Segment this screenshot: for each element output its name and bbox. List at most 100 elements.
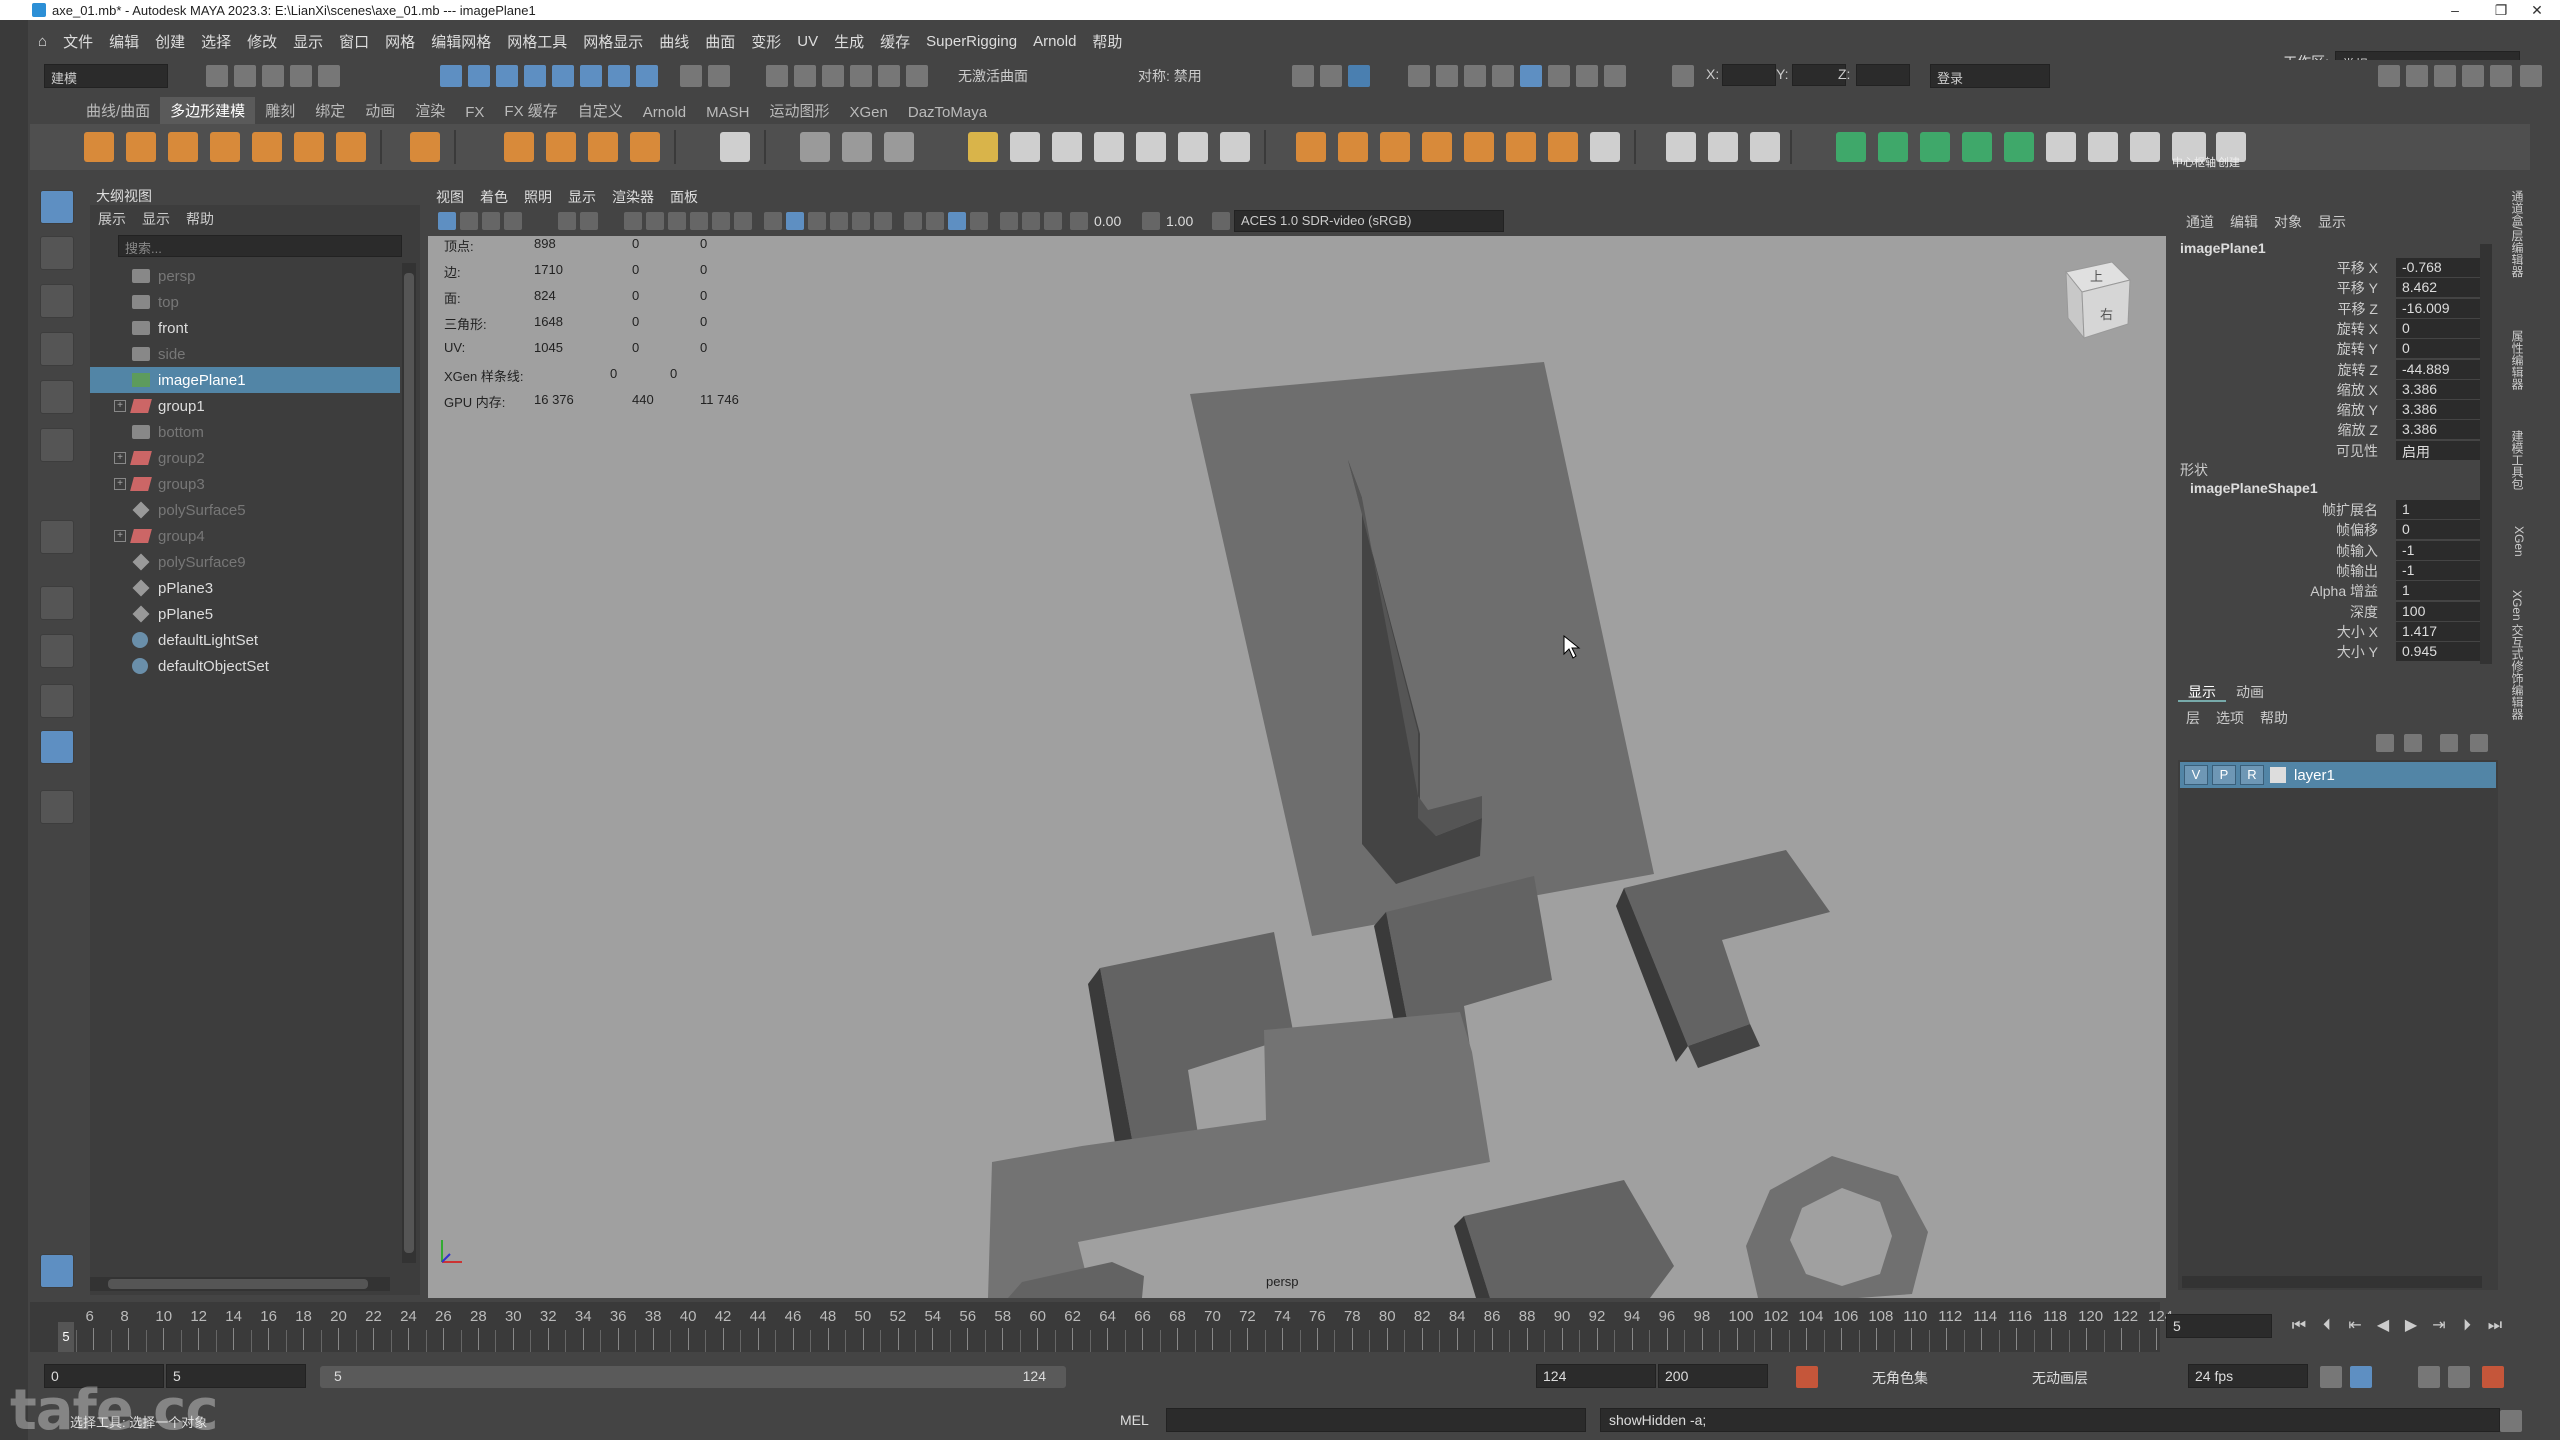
mask-deform-icon[interactable]	[636, 65, 658, 87]
menu-edit[interactable]: 编辑	[101, 31, 147, 52]
layer-playback-toggle[interactable]: P	[2212, 765, 2236, 785]
outliner-item-side[interactable]: side	[90, 341, 400, 367]
character-controls-icon[interactable]	[2406, 65, 2428, 87]
channel-label[interactable]: 帧输出	[2336, 561, 2378, 581]
open-scene-icon[interactable]	[234, 65, 256, 87]
snap-surface-icon[interactable]	[878, 65, 900, 87]
channel-label[interactable]: 帧偏移	[2336, 520, 2378, 540]
anim-layer-dropdown[interactable]: 无动画层	[2032, 1368, 2088, 1388]
channel-value[interactable]: 0	[2396, 339, 2482, 359]
mirror-icon[interactable]	[1010, 132, 1040, 162]
range-slider-start[interactable]: 5	[334, 1368, 342, 1384]
new-scene-icon[interactable]	[206, 65, 228, 87]
outliner-item-pPlane3[interactable]: pPlane3	[90, 575, 400, 601]
current-time-marker[interactable]: 5	[58, 1322, 74, 1352]
viewport-menu-panels[interactable]: 面板	[662, 185, 706, 207]
snap-vertex-icon[interactable]	[906, 65, 928, 87]
animation-end-field[interactable]: 200	[1658, 1364, 1768, 1388]
smooth-icon[interactable]	[884, 132, 914, 162]
render-frame-icon[interactable]	[1436, 65, 1458, 87]
channel-row[interactable]: Alpha 增益 1	[2178, 581, 2482, 601]
layer-menu-options[interactable]: 选项	[2208, 706, 2252, 728]
channel-label[interactable]: Alpha 增益	[2310, 581, 2378, 601]
outliner-item-imagePlane1[interactable]: imagePlane1	[90, 367, 400, 393]
current-frame-field[interactable]: 5	[2166, 1314, 2272, 1338]
range-slider-end[interactable]: 124	[1023, 1368, 1046, 1384]
menu-modify[interactable]: 修改	[239, 31, 285, 52]
expand-toggle-icon[interactable]: +	[114, 478, 126, 490]
reset-transform-icon[interactable]	[1962, 132, 1992, 162]
lasso-tool-icon[interactable]	[40, 236, 74, 270]
mask-joint-icon[interactable]	[552, 65, 574, 87]
gamma-icon[interactable]	[1142, 212, 1160, 230]
mask-curve-icon[interactable]	[580, 65, 602, 87]
two-d-pan-icon[interactable]	[558, 212, 576, 230]
channel-row[interactable]: 旋转 Y 0	[2178, 339, 2482, 359]
outliner-item-top[interactable]: top	[90, 289, 400, 315]
step-back-key-icon[interactable]: ⇤	[2344, 1316, 2366, 1336]
menu-windows[interactable]: 窗口	[331, 31, 377, 52]
menu-create[interactable]: 创建	[147, 31, 193, 52]
channel-row[interactable]: 缩放 Y 3.386	[2178, 400, 2482, 420]
snap-curve-icon[interactable]	[794, 65, 816, 87]
channel-menu-channels[interactable]: 通道	[2178, 210, 2222, 232]
film-gate-icon[interactable]	[646, 212, 664, 230]
xray-joints-icon[interactable]	[1044, 212, 1062, 230]
shelf-tab-sculpting[interactable]: 雕刻	[255, 97, 305, 124]
menu-surfaces[interactable]: 曲面	[697, 31, 743, 52]
ambient-occlusion-icon[interactable]	[904, 212, 922, 230]
move-tool-icon[interactable]	[40, 332, 74, 366]
grease-pencil-icon[interactable]	[580, 212, 598, 230]
shelf-tab-fx[interactable]: FX	[455, 101, 494, 124]
select-tool-icon[interactable]	[40, 190, 74, 224]
extrude-icon[interactable]	[1296, 132, 1326, 162]
textured-icon[interactable]	[830, 212, 848, 230]
redo-icon[interactable]	[318, 65, 340, 87]
poly-sphere-icon[interactable]	[84, 132, 114, 162]
snap-grid-icon[interactable]	[766, 65, 788, 87]
poly-disc-icon[interactable]	[336, 132, 366, 162]
outliner-item-defaultLightSet[interactable]: defaultLightSet	[90, 627, 400, 653]
minimize-button[interactable]: –	[2432, 0, 2478, 20]
super-shape-icon[interactable]	[504, 132, 534, 162]
quad-draw-icon[interactable]	[1590, 132, 1620, 162]
menu-edit-mesh[interactable]: 编辑网格	[423, 31, 499, 52]
move-layer-down-icon[interactable]	[2404, 734, 2422, 752]
channel-value[interactable]: 0	[2396, 520, 2482, 540]
outliner-item-persp[interactable]: persp	[90, 263, 400, 289]
channel-value[interactable]: -44.889	[2396, 359, 2482, 379]
channel-value[interactable]: 3.386	[2396, 420, 2482, 440]
search-icon[interactable]	[40, 790, 74, 824]
channel-label[interactable]: 平移 Y	[2337, 278, 2378, 298]
channel-label[interactable]: 旋转 X	[2337, 319, 2378, 339]
channel-label[interactable]: 帧扩展名	[2322, 500, 2378, 520]
channel-label[interactable]: 平移 Z	[2338, 299, 2378, 319]
outliner-item-group4[interactable]: + group4	[90, 523, 400, 549]
poly-cube-icon[interactable]	[126, 132, 156, 162]
layer-color-swatch[interactable]	[2270, 767, 2286, 783]
outliner-item-polySurface9[interactable]: polySurface9	[90, 549, 400, 575]
play-backwards-icon[interactable]: ◀	[2372, 1316, 2394, 1336]
outliner-menu-show[interactable]: 展示	[90, 207, 134, 229]
tool-settings-toggle-icon[interactable]	[2462, 65, 2484, 87]
channel-row[interactable]: 平移 Z -16.009	[2178, 298, 2482, 319]
close-button[interactable]: ✕	[2514, 0, 2560, 20]
remesh-icon[interactable]	[1094, 132, 1124, 162]
highlight-selection-icon[interactable]	[708, 65, 730, 87]
gamma-value[interactable]: 1.00	[1166, 213, 1193, 229]
poly-plane-icon[interactable]	[294, 132, 324, 162]
shelf-tab-poly-modeling[interactable]: 多边形建模	[160, 97, 256, 124]
wireframe-icon[interactable]	[764, 212, 782, 230]
menu-select[interactable]: 选择	[193, 31, 239, 52]
bookmark-icon[interactable]	[482, 212, 500, 230]
menu-uv[interactable]: UV	[789, 33, 826, 50]
channel-row[interactable]: 缩放 X 3.386	[2178, 379, 2482, 400]
layer-visibility-toggle[interactable]: V	[2184, 765, 2208, 785]
poly-cone-icon[interactable]	[210, 132, 240, 162]
modeling-toolkit-icon[interactable]	[2378, 65, 2400, 87]
character-set-dropdown[interactable]: 无角色集	[1872, 1368, 1928, 1388]
poly-torus-icon[interactable]	[252, 132, 282, 162]
attribute-editor-toggle-icon[interactable]	[2434, 65, 2456, 87]
mask-surface-icon[interactable]	[608, 65, 630, 87]
loop-icon[interactable]	[2320, 1366, 2342, 1388]
